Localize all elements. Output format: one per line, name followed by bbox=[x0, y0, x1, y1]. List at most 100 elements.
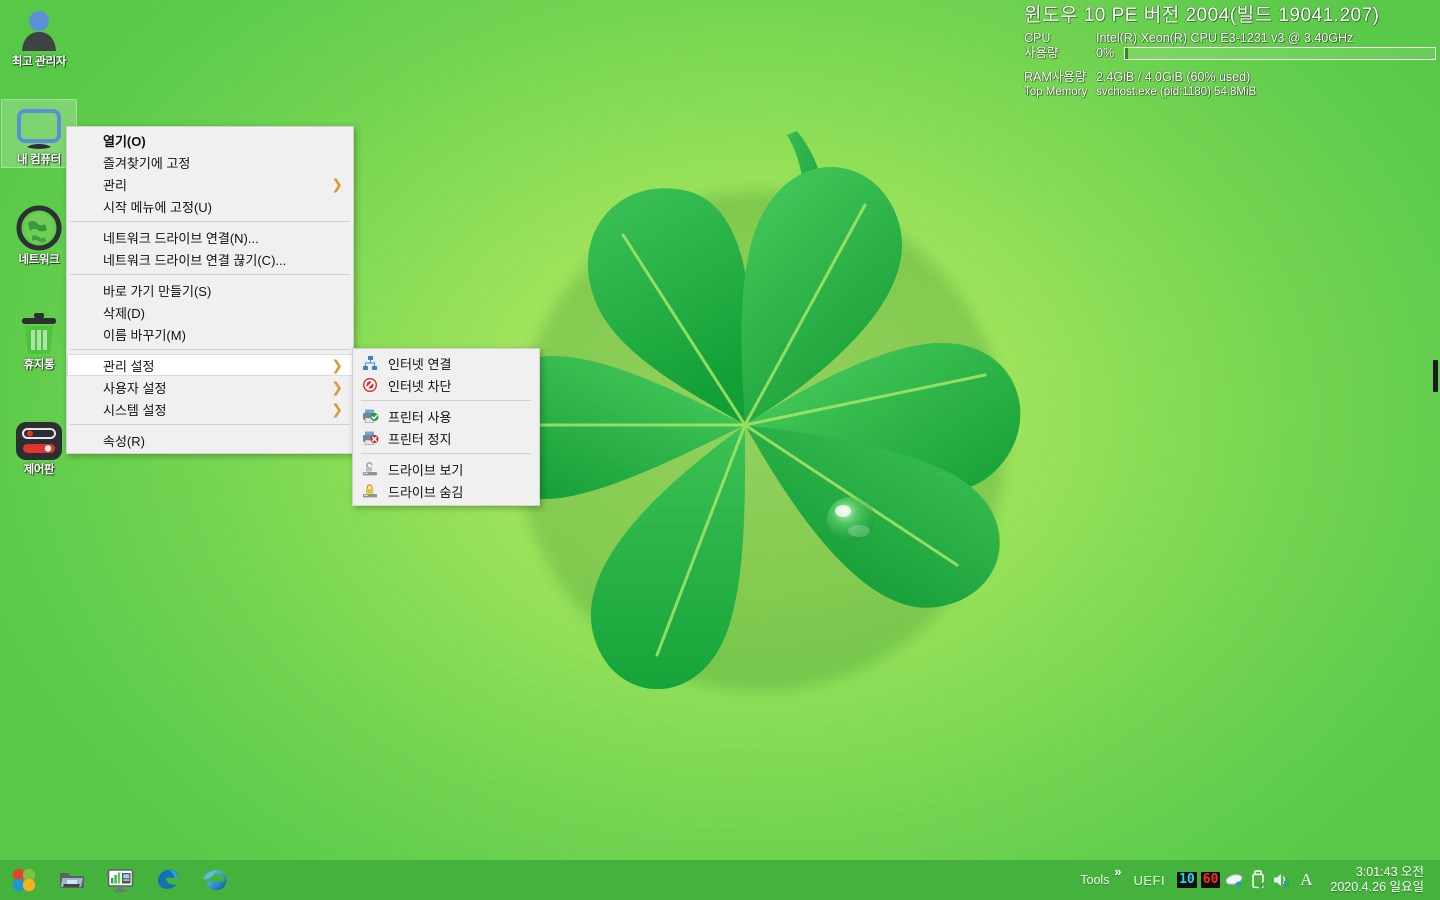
desktop-icon-my-computer[interactable]: 내 컴퓨터 bbox=[1, 99, 77, 168]
clock-time: 3:01:43 오전 bbox=[1355, 865, 1424, 879]
internet-explorer-button[interactable] bbox=[192, 860, 240, 900]
printer-enable-icon bbox=[361, 408, 379, 424]
submenu-item-printer-stop[interactable]: 프린터 정지 bbox=[353, 427, 539, 449]
globe-icon bbox=[2, 200, 76, 252]
printer-stop-icon bbox=[361, 430, 379, 446]
edge-icon bbox=[155, 867, 181, 893]
menu-item-label: 관리 bbox=[103, 177, 127, 193]
volume-icon bbox=[1272, 871, 1292, 889]
menu-item-label: 즐겨찾기에 고정 bbox=[103, 155, 191, 171]
menu-separator bbox=[361, 453, 531, 454]
menu-item-label: 바로 가기 만들기(S) bbox=[103, 283, 212, 299]
top-memory-label: Top Memory bbox=[1024, 86, 1088, 98]
os-version-line: 윈도우 10 PE 버전 2004(빌드 19041.207) bbox=[1024, 5, 1380, 26]
context-menu-item-pin-quick-access[interactable]: 즐겨찾기에 고정 bbox=[67, 151, 353, 173]
desktop-icon-control-panel[interactable]: 제어판 bbox=[2, 410, 76, 477]
network-node-icon bbox=[361, 355, 379, 371]
context-menu-item-admin-settings[interactable]: 관리 설정 ❯ bbox=[67, 354, 353, 376]
desktop-icon-network[interactable]: 네트워크 bbox=[2, 200, 76, 267]
tray-tools-label: Tools bbox=[1080, 873, 1110, 887]
monitor-icon bbox=[2, 100, 76, 152]
menu-separator bbox=[70, 274, 350, 275]
system-info-overlay: 윈도우 10 PE 버전 2004(빌드 19041.207) CPU Inte… bbox=[1020, 0, 1440, 100]
submenu-item-label: 프린터 정지 bbox=[388, 431, 452, 447]
chevron-right-icon: ❯ bbox=[331, 357, 343, 373]
menu-item-label: 시작 메뉴에 고정(U) bbox=[103, 199, 212, 215]
submenu-item-internet-connect[interactable]: 인터넷 연결 bbox=[353, 352, 539, 374]
context-menu-item-manage[interactable]: 관리 ❯ bbox=[67, 173, 353, 195]
context-menu-item-open[interactable]: 열기(O) bbox=[67, 129, 353, 151]
desktop-icon-label: 휴지통 bbox=[23, 359, 55, 371]
chevron-right-icon: ❯ bbox=[331, 379, 343, 395]
context-menu-item-rename[interactable]: 이름 바꾸기(M) bbox=[67, 323, 353, 345]
menu-separator bbox=[361, 400, 531, 401]
user-icon bbox=[2, 2, 76, 54]
context-menu-item-delete[interactable]: 삭제(D) bbox=[67, 301, 353, 323]
context-submenu-admin-settings[interactable]: 인터넷 연결 인터넷 차단 프린터 사용 프린터 정지 드라이브 보기 드라이브… bbox=[352, 348, 540, 506]
menu-separator bbox=[70, 221, 350, 222]
trash-icon bbox=[2, 305, 76, 357]
usb-drive-icon bbox=[1250, 870, 1267, 890]
taskbar-buttons[interactable] bbox=[0, 860, 240, 900]
menu-item-label: 시스템 설정 bbox=[103, 402, 167, 418]
edge-legacy-button[interactable] bbox=[144, 860, 192, 900]
tray-icon-mouse[interactable] bbox=[1222, 866, 1246, 894]
submenu-item-label: 인터넷 차단 bbox=[388, 378, 452, 394]
tray-tools-button[interactable]: Tools » bbox=[1076, 864, 1121, 887]
context-menu-item-create-shortcut[interactable]: 바로 가기 만들기(S) bbox=[67, 279, 353, 301]
menu-item-label: 열기(O) bbox=[103, 133, 146, 149]
tray-lcd-red[interactable]: 60 bbox=[1200, 872, 1221, 888]
mouse-icon bbox=[1224, 872, 1244, 888]
context-menu-item-disconnect-network-drive[interactable]: 네트워크 드라이브 연결 끊기(C)... bbox=[67, 248, 353, 270]
water-droplet bbox=[827, 497, 875, 541]
menu-separator bbox=[70, 424, 350, 425]
drive-unlock-icon bbox=[361, 461, 379, 477]
task-manager-button[interactable] bbox=[96, 860, 144, 900]
submenu-item-hide-drives[interactable]: 드라이브 숨김 bbox=[353, 480, 539, 502]
chevron-right-icon: ❯ bbox=[331, 176, 343, 192]
submenu-item-internet-block[interactable]: 인터넷 차단 bbox=[353, 374, 539, 396]
tray-ime-indicator[interactable]: A bbox=[1294, 870, 1318, 890]
taskbar[interactable]: Tools » UEFI 10 60 A 3:01:43 오전 2020.4.2… bbox=[0, 860, 1440, 900]
top-memory-row: Top Memory svchost.exe (pid:1180) 54.8Mi… bbox=[1020, 85, 1440, 100]
tray-icon-usb-drive[interactable] bbox=[1246, 866, 1270, 894]
right-edge-handle[interactable] bbox=[1433, 360, 1438, 392]
taskbar-clock[interactable]: 3:01:43 오전 2020.4.26 일요일 bbox=[1318, 865, 1434, 895]
menu-separator bbox=[70, 349, 350, 350]
cpu-usage-bar bbox=[1124, 47, 1436, 60]
submenu-item-label: 드라이브 보기 bbox=[388, 462, 464, 478]
system-tray[interactable]: Tools » UEFI 10 60 A 3:01:43 오전 2020.4.2… bbox=[1076, 860, 1440, 900]
top-memory-value: svchost.exe (pid:1180) 54.8MiB bbox=[1096, 86, 1257, 98]
cpu-value: Intel(R) Xeon(R) CPU E3-1231 v3 @ 3.40GH… bbox=[1096, 31, 1354, 45]
desktop-icon-admin[interactable]: 최고 관리자 bbox=[2, 2, 76, 69]
drive-lock-icon bbox=[361, 483, 379, 499]
chevron-right-icon: ❯ bbox=[331, 401, 343, 417]
tray-icon-volume[interactable] bbox=[1270, 866, 1294, 894]
menu-item-label: 속성(R) bbox=[103, 433, 145, 449]
context-menu-item-map-network-drive[interactable]: 네트워크 드라이브 연결(N)... bbox=[67, 226, 353, 248]
context-menu-item-system-settings[interactable]: 시스템 설정 ❯ bbox=[67, 398, 353, 420]
desktop-icon-recycle-bin[interactable]: 휴지통 bbox=[2, 305, 76, 372]
desktop-icon-label: 최고 관리자 bbox=[11, 56, 67, 68]
ram-label: RAM사용량 bbox=[1024, 70, 1087, 84]
context-menu[interactable]: 열기(O) 즐겨찾기에 고정 관리 ❯ 시작 메뉴에 고정(U) 네트워크 드라… bbox=[66, 126, 354, 454]
file-explorer-button[interactable] bbox=[48, 860, 96, 900]
context-menu-item-pin-start[interactable]: 시작 메뉴에 고정(U) bbox=[67, 195, 353, 217]
cpu-usage-row: 사용량 0% bbox=[1020, 46, 1440, 61]
desktop-icon-label: 네트워크 bbox=[18, 254, 60, 266]
clock-date: 2020.4.26 일요일 bbox=[1330, 880, 1424, 894]
menu-item-label: 삭제(D) bbox=[103, 305, 145, 321]
submenu-item-printer-enable[interactable]: 프린터 사용 bbox=[353, 405, 539, 427]
tray-lcd-cyan[interactable]: 10 bbox=[1177, 872, 1197, 888]
block-icon bbox=[361, 377, 379, 393]
tray-uefi-label[interactable]: UEFI bbox=[1133, 873, 1165, 888]
overflow-chevron-icon: » bbox=[1114, 864, 1122, 879]
submenu-item-show-drives[interactable]: 드라이브 보기 bbox=[353, 458, 539, 480]
control-panel-icon bbox=[2, 410, 76, 462]
context-menu-item-user-settings[interactable]: 사용자 설정 ❯ bbox=[67, 376, 353, 398]
submenu-item-label: 인터넷 연결 bbox=[388, 356, 452, 372]
desktop[interactable]: 윈도우 10 PE 버전 2004(빌드 19041.207) CPU Inte… bbox=[0, 0, 1440, 900]
cpu-usage-bar-fill bbox=[1125, 48, 1128, 59]
context-menu-item-properties[interactable]: 속성(R) bbox=[67, 429, 353, 451]
start-button[interactable] bbox=[0, 860, 48, 900]
